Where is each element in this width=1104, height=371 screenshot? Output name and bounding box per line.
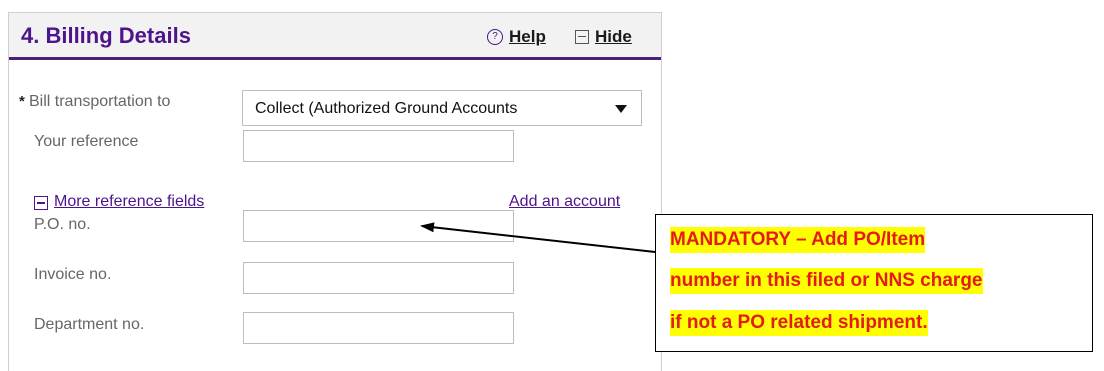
callout-line-2: number in this filed or NNS charge	[670, 268, 983, 294]
callout-line-3: if not a PO related shipment.	[670, 310, 928, 336]
arrow-line	[420, 222, 656, 253]
mandatory-callout-box: MANDATORY – Add PO/Item number in this f…	[655, 214, 1093, 352]
callout-line-1: MANDATORY – Add PO/Item	[670, 227, 926, 253]
